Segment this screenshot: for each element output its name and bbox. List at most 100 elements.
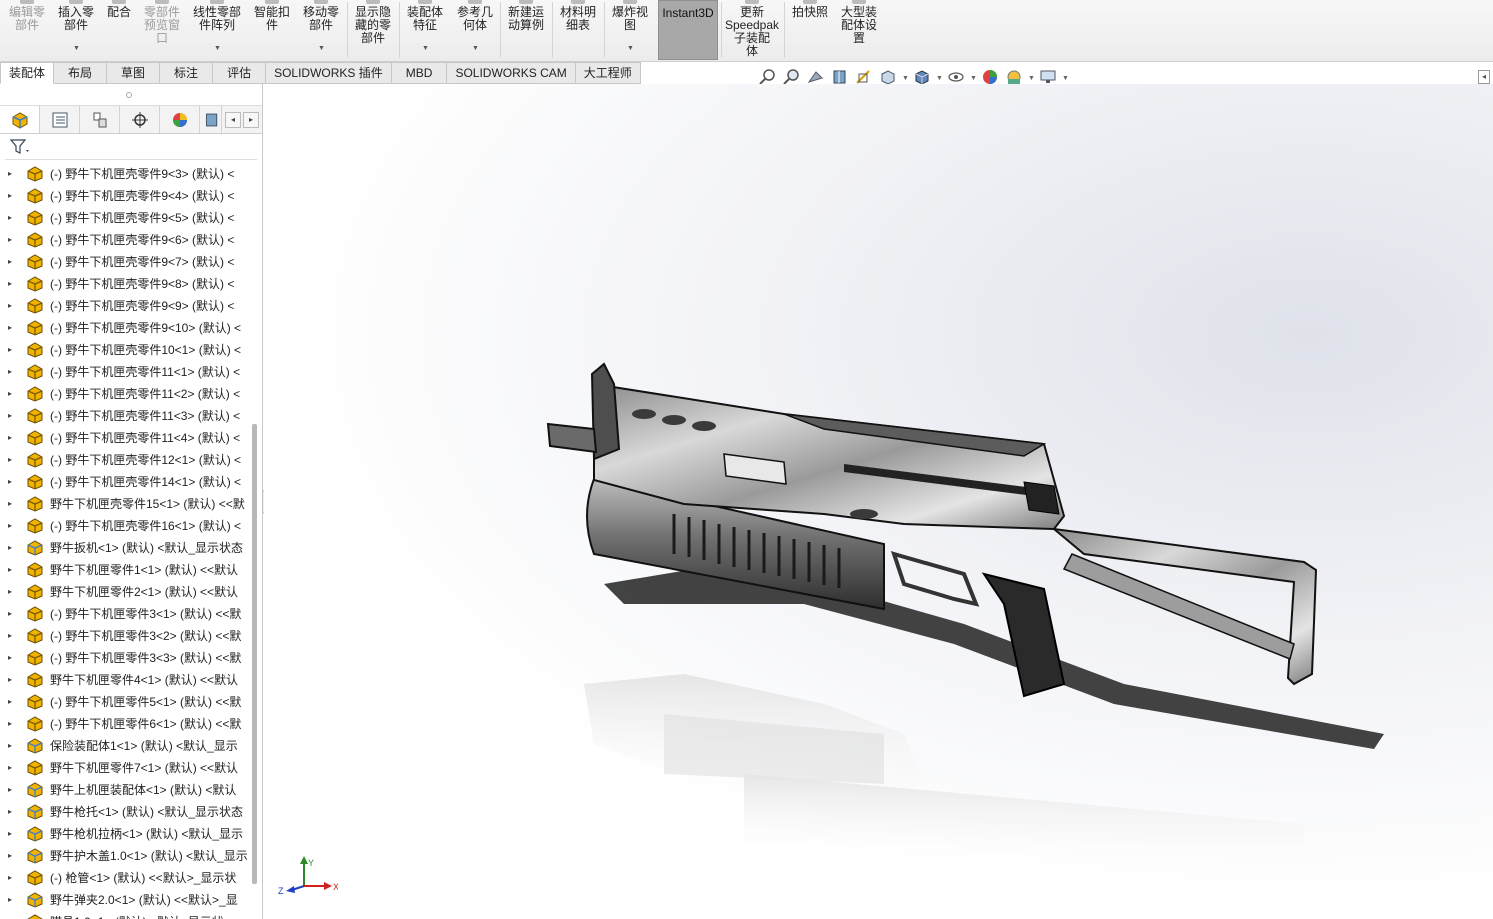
filter-icon[interactable] — [9, 138, 31, 159]
expand-arrow-icon[interactable]: ▸ — [8, 757, 12, 779]
tree-item[interactable]: ▸ 瞄具1.0<1> (默认) <默认_显示状 — [0, 911, 250, 919]
tree-item[interactable]: ▸ 野牛下机匣零件7<1> (默认) <<默认 — [0, 757, 250, 779]
tab-solidworks-cam[interactable]: SOLIDWORKS CAM — [447, 62, 576, 84]
tree-item[interactable]: ▸ (-) 野牛下机匣壳零件11<4> (默认) < — [0, 427, 250, 449]
tree-filter-bar[interactable] — [5, 134, 257, 160]
tree-item[interactable]: ▸ 野牛护木盖1.0<1> (默认) <默认_显示 — [0, 845, 250, 867]
expand-arrow-icon[interactable]: ▸ — [8, 229, 12, 251]
expand-arrow-icon[interactable]: ▸ — [8, 581, 12, 603]
expand-arrow-icon[interactable]: ▸ — [8, 163, 12, 185]
exploded-view-button[interactable]: 爆炸视 图 ▼ — [606, 0, 654, 60]
tab-scroll-left-icon[interactable]: ◂ — [225, 112, 241, 128]
expand-arrow-icon[interactable]: ▸ — [8, 647, 12, 669]
chevron-down-icon[interactable]: ▼ — [936, 75, 944, 82]
edit-component-button[interactable]: 编辑零 部件 — [4, 0, 50, 60]
reference-geometry-button[interactable]: 参考几 何体 ▼ — [451, 0, 499, 60]
expand-arrow-icon[interactable]: ▸ — [8, 317, 12, 339]
chevron-down-icon[interactable]: ▼ — [73, 42, 80, 55]
configuration-manager-icon[interactable] — [80, 106, 120, 133]
collapse-taskpane-icon[interactable]: ◂ — [1478, 70, 1490, 84]
mate-button[interactable]: 配合 — [101, 0, 137, 60]
update-speedpak-button[interactable]: 更新 Speedpak 子装配 体 — [723, 0, 781, 60]
assembly-features-button[interactable]: 装配体 特征 ▼ — [401, 0, 449, 60]
chevron-down-icon[interactable]: ▼ — [902, 75, 910, 82]
tab-layout[interactable]: 布局 — [54, 62, 108, 84]
feature-manager-icon[interactable] — [0, 106, 40, 133]
tab-mbd[interactable]: MBD — [391, 62, 448, 84]
chevron-down-icon[interactable]: ▼ — [970, 75, 978, 82]
expand-arrow-icon[interactable]: ▸ — [8, 361, 12, 383]
panel-grip[interactable] — [0, 84, 262, 106]
take-snapshot-button[interactable]: 拍快照 — [786, 0, 834, 60]
tree-item[interactable]: ▸ 野牛枪机拉柄<1> (默认) <默认_显示 — [0, 823, 250, 845]
linear-component-pattern-button[interactable]: 线性零部 件阵列 ▼ — [188, 0, 246, 60]
tree-item[interactable]: ▸ (-) 野牛下机匣壳零件9<10> (默认) < — [0, 317, 250, 339]
move-component-button[interactable]: 移动零 部件 ▼ — [297, 0, 345, 60]
tab-evaluate[interactable]: 评估 — [213, 62, 267, 84]
tree-item[interactable]: ▸ 野牛枪托<1> (默认) <默认_显示状态 — [0, 801, 250, 823]
tree-item[interactable]: ▸ 野牛下机匣零件1<1> (默认) <<默认 — [0, 559, 250, 581]
tree-item[interactable]: ▸ 野牛下机匣零件2<1> (默认) <<默认 — [0, 581, 250, 603]
component-preview-window-button[interactable]: 零部件 预览窗 口 — [138, 0, 186, 60]
expand-arrow-icon[interactable]: ▸ — [8, 427, 12, 449]
expand-arrow-icon[interactable]: ▸ — [8, 889, 12, 911]
tree-item[interactable]: ▸ (-) 野牛下机匣零件3<1> (默认) <<默 — [0, 603, 250, 625]
expand-arrow-icon[interactable]: ▸ — [8, 515, 12, 537]
expand-arrow-icon[interactable]: ▸ — [8, 493, 12, 515]
tree-item[interactable]: ▸ (-) 野牛下机匣壳零件9<7> (默认) < — [0, 251, 250, 273]
tree-item[interactable]: ▸ (-) 枪管<1> (默认) <<默认>_显示状 — [0, 867, 250, 889]
tree-item[interactable]: ▸ (-) 野牛下机匣壳零件12<1> (默认) < — [0, 449, 250, 471]
tab-sketch[interactable]: 草图 — [107, 62, 161, 84]
expand-arrow-icon[interactable]: ▸ — [8, 801, 12, 823]
expand-arrow-icon[interactable]: ▸ — [8, 295, 12, 317]
expand-arrow-icon[interactable]: ▸ — [8, 691, 12, 713]
tree-item[interactable]: ▸ (-) 野牛下机匣壳零件11<3> (默认) < — [0, 405, 250, 427]
chevron-down-icon[interactable]: ▼ — [318, 42, 325, 55]
tree-item[interactable]: ▸ (-) 野牛下机匣壳零件16<1> (默认) < — [0, 515, 250, 537]
chevron-down-icon[interactable]: ▼ — [1062, 75, 1070, 82]
instant3d-button[interactable]: Instant3D — [658, 0, 718, 60]
expand-arrow-icon[interactable]: ▸ — [8, 559, 12, 581]
tree-item[interactable]: ▸ (-) 野牛下机匣零件5<1> (默认) <<默 — [0, 691, 250, 713]
tree-item[interactable]: ▸ (-) 野牛下机匣壳零件9<5> (默认) < — [0, 207, 250, 229]
large-assembly-settings-button[interactable]: 大型装 配体设 置 — [835, 0, 883, 60]
expand-arrow-icon[interactable]: ▸ — [8, 339, 12, 361]
chevron-down-icon[interactable]: ▼ — [627, 42, 634, 55]
dimxpert-icon[interactable] — [120, 106, 160, 133]
tree-item[interactable]: ▸ (-) 野牛下机匣壳零件9<3> (默认) < — [0, 163, 250, 185]
tree-item[interactable]: ▸ 野牛上机匣装配体<1> (默认) <默认 — [0, 779, 250, 801]
tree-item[interactable]: ▸ (-) 野牛下机匣壳零件14<1> (默认) < — [0, 471, 250, 493]
tab-markup[interactable]: 标注 — [160, 62, 214, 84]
tree-item[interactable]: ▸ (-) 野牛下机匣壳零件9<8> (默认) < — [0, 273, 250, 295]
expand-arrow-icon[interactable]: ▸ — [8, 405, 12, 427]
expand-arrow-icon[interactable]: ▸ — [8, 845, 12, 867]
tree-item[interactable]: ▸ (-) 野牛下机匣零件3<3> (默认) <<默 — [0, 647, 250, 669]
tree-item[interactable]: ▸ 保险装配体1<1> (默认) <默认_显示 — [0, 735, 250, 757]
tab-solidworks-addins[interactable]: SOLIDWORKS 插件 — [266, 62, 392, 84]
tree-item[interactable]: ▸ 野牛扳机<1> (默认) <默认_显示状态 — [0, 537, 250, 559]
tree-item[interactable]: ▸ (-) 野牛下机匣壳零件9<6> (默认) < — [0, 229, 250, 251]
expand-arrow-icon[interactable]: ▸ — [8, 625, 12, 647]
cam-icon[interactable] — [200, 106, 222, 133]
expand-arrow-icon[interactable]: ▸ — [8, 779, 12, 801]
tab-big-engineer[interactable]: 大工程师 — [575, 62, 641, 84]
expand-arrow-icon[interactable]: ▸ — [8, 867, 12, 889]
expand-arrow-icon[interactable]: ▸ — [8, 449, 12, 471]
expand-arrow-icon[interactable]: ▸ — [8, 911, 12, 919]
tree-item[interactable]: ▸ 野牛弹夹2.0<1> (默认) <<默认>_显 — [0, 889, 250, 911]
tree-item[interactable]: ▸ 野牛下机匣零件4<1> (默认) <<默认 — [0, 669, 250, 691]
expand-arrow-icon[interactable]: ▸ — [8, 207, 12, 229]
tree-item[interactable]: ▸ (-) 野牛下机匣壳零件9<4> (默认) < — [0, 185, 250, 207]
expand-arrow-icon[interactable]: ▸ — [8, 823, 12, 845]
show-hidden-components-button[interactable]: 显示隐 藏的零 部件 — [349, 0, 397, 60]
gun-assembly-model[interactable] — [264, 84, 1493, 919]
expand-arrow-icon[interactable]: ▸ — [8, 383, 12, 405]
expand-arrow-icon[interactable]: ▸ — [8, 669, 12, 691]
tab-scroll-right-icon[interactable]: ▸ — [243, 112, 259, 128]
insert-component-button[interactable]: 插入零 部件 ▼ — [52, 0, 100, 60]
expand-arrow-icon[interactable]: ▸ — [8, 735, 12, 757]
expand-arrow-icon[interactable]: ▸ — [8, 185, 12, 207]
tree-item[interactable]: ▸ (-) 野牛下机匣零件3<2> (默认) <<默 — [0, 625, 250, 647]
expand-arrow-icon[interactable]: ▸ — [8, 273, 12, 295]
tree-item[interactable]: ▸ (-) 野牛下机匣零件6<1> (默认) <<默 — [0, 713, 250, 735]
